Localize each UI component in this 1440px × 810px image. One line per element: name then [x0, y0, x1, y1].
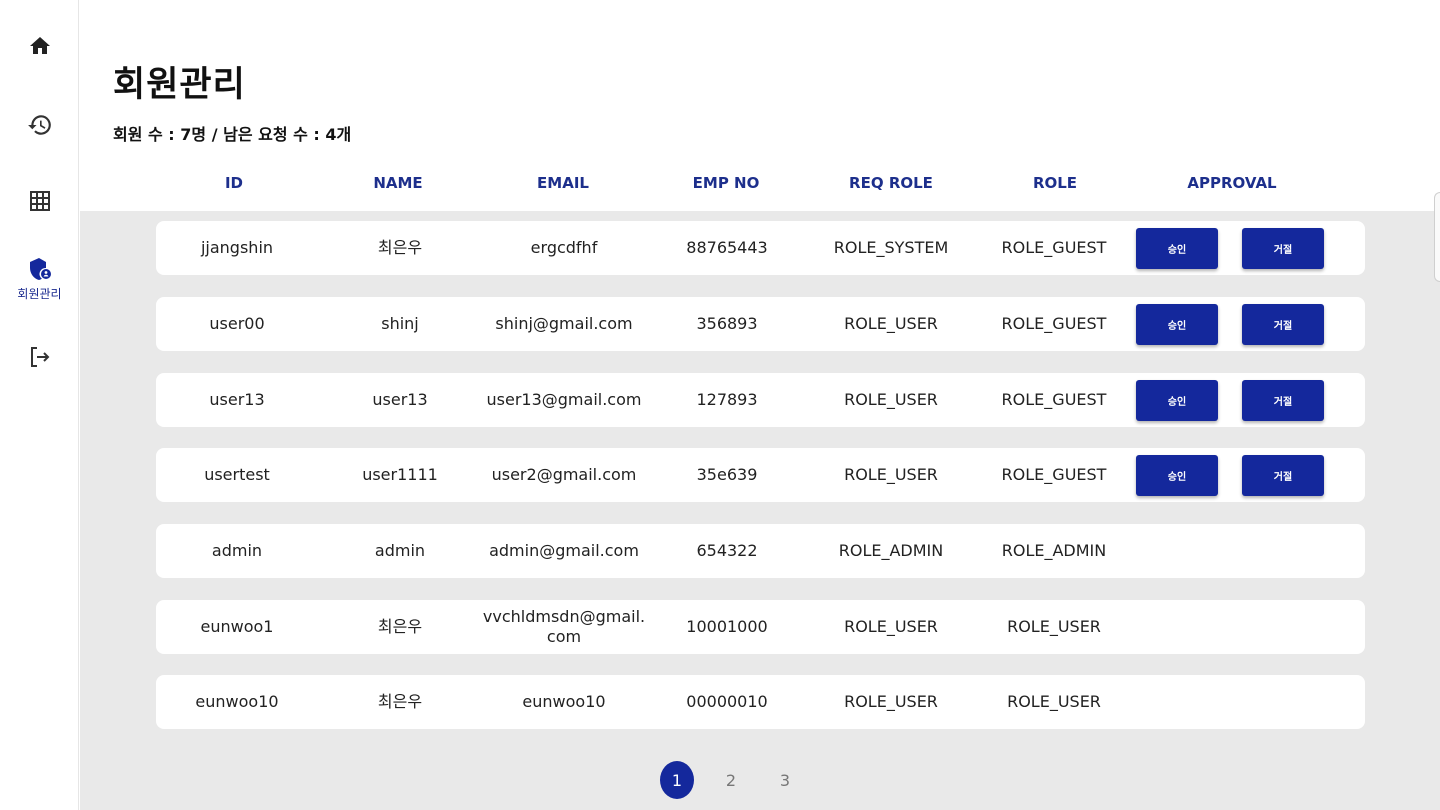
approve-button[interactable]: 승인 — [1136, 228, 1218, 269]
sidebar-item-home[interactable] — [0, 34, 79, 58]
cell-id: eunwoo1 — [200, 617, 274, 636]
home-icon — [29, 37, 50, 54]
cell-req-role: ROLE_USER — [844, 692, 938, 711]
column-header-emp-no: EMP NO — [692, 174, 760, 192]
cell-email: eunwoo10 — [522, 692, 606, 711]
table-row: user13 user13 user13@gmail.com 127893 ROLE_U… — [156, 373, 1365, 427]
reject-button[interactable]: 거절 — [1242, 304, 1324, 345]
cell-role: ROLE_USER — [1007, 692, 1101, 711]
page-title: 회원관리 — [113, 65, 246, 105]
cell-email: user2@gmail.com — [491, 465, 637, 484]
cell-name: 최은우 — [377, 617, 423, 636]
table-row: jjangshin 최은우 ergcdfhf 88765443 ROLE_SYSTEM R… — [156, 221, 1365, 275]
cell-req-role: ROLE_USER — [844, 617, 938, 636]
shield-user-icon — [29, 258, 51, 280]
cell-name: admin — [374, 541, 426, 560]
approve-button[interactable]: 승인 — [1136, 380, 1218, 421]
column-header-approval: APPROVAL — [1187, 174, 1277, 192]
column-header-email: EMAIL — [537, 174, 589, 192]
cell-emp-no: 88765443 — [686, 238, 768, 257]
cell-req-role: ROLE_SYSTEM — [833, 238, 949, 257]
column-header-id: ID — [224, 174, 244, 192]
table-row: admin admin admin@gmail.com 654322 ROLE_ADMI… — [156, 524, 1365, 578]
cell-email: user13@gmail.com — [486, 390, 642, 409]
cell-email: ergcdfhf — [530, 238, 598, 257]
approve-button[interactable]: 승인 — [1136, 455, 1218, 496]
cell-emp-no: 10001000 — [686, 617, 768, 636]
cell-role: ROLE_ADMIN — [1001, 541, 1107, 560]
cell-role: ROLE_GUEST — [1001, 465, 1107, 484]
cell-req-role: ROLE_USER — [844, 390, 938, 409]
side-scroll-handle[interactable] — [1434, 192, 1440, 282]
cell-req-role: ROLE_ADMIN — [838, 541, 944, 560]
cell-role: ROLE_GUEST — [1001, 390, 1107, 409]
cell-emp-no: 35e639 — [696, 465, 758, 484]
reject-button[interactable]: 거절 — [1242, 380, 1324, 421]
cell-role: ROLE_USER — [1007, 617, 1101, 636]
logout-icon — [30, 347, 49, 367]
cell-id: user00 — [209, 314, 265, 333]
app-root: 회원관리 회원관리 회원 수 : 7명 / 남은 요청 수 : 4개 ID NA… — [0, 0, 1440, 810]
cell-emp-no: 00000010 — [686, 692, 768, 711]
sidebar: 회원관리 — [0, 0, 79, 810]
cell-name: shinj — [381, 314, 419, 333]
approve-button[interactable]: 승인 — [1136, 304, 1218, 345]
cell-email: admin@gmail.com — [489, 541, 639, 560]
sidebar-item-logout[interactable] — [0, 345, 79, 369]
sidebar-item-grid[interactable] — [0, 189, 79, 213]
cell-req-role: ROLE_USER — [844, 465, 938, 484]
column-header-name: NAME — [373, 174, 423, 192]
table-row: usertest user1111 user2@gmail.com 35e639 ROL… — [156, 448, 1365, 502]
sidebar-item-history[interactable] — [0, 112, 79, 138]
cell-id: user13 — [209, 390, 265, 409]
cell-id: jjangshin — [200, 238, 274, 257]
reject-button[interactable]: 거절 — [1242, 228, 1324, 269]
sidebar-item-member-management[interactable]: 회원관리 — [0, 257, 79, 302]
cell-id: eunwoo10 — [195, 692, 279, 711]
table-row: user00 shinj shinj@gmail.com 356893 ROLE_USE… — [156, 297, 1365, 351]
history-icon — [27, 115, 51, 135]
cell-emp-no: 654322 — [696, 541, 758, 560]
cell-emp-no: 127893 — [696, 390, 758, 409]
member-summary: 회원 수 : 7명 / 남은 요청 수 : 4개 — [113, 125, 352, 144]
cell-name: user13 — [372, 390, 428, 409]
table-row: eunwoo1 최은우 vvchldmsdn@gmail.com 10001000 RO… — [156, 600, 1365, 654]
cell-name: user1111 — [362, 465, 438, 484]
column-header-req-role: REQ ROLE — [849, 174, 933, 192]
cell-name: 최은우 — [377, 238, 423, 257]
table-row: eunwoo10 최은우 eunwoo10 00000010 ROLE_USER ROLE… — [156, 675, 1365, 729]
page-button-3[interactable]: 3 — [768, 761, 802, 799]
cell-id: usertest — [204, 465, 270, 484]
cell-id: admin — [211, 541, 263, 560]
cell-emp-no: 356893 — [696, 314, 758, 333]
column-header-role: ROLE — [1032, 174, 1078, 192]
reject-button[interactable]: 거절 — [1242, 455, 1324, 496]
page-button-2[interactable]: 2 — [714, 761, 748, 799]
cell-req-role: ROLE_USER — [844, 314, 938, 333]
sidebar-item-label: 회원관리 — [17, 287, 62, 301]
cell-role: ROLE_GUEST — [1001, 314, 1107, 333]
cell-role: ROLE_GUEST — [1001, 238, 1107, 257]
grid-icon — [29, 191, 50, 211]
cell-email: shinj@gmail.com — [495, 314, 633, 333]
page-button-1[interactable]: 1 — [660, 761, 694, 799]
cell-name: 최은우 — [377, 692, 423, 711]
cell-email: vvchldmsdn@gmail.com — [482, 607, 646, 646]
